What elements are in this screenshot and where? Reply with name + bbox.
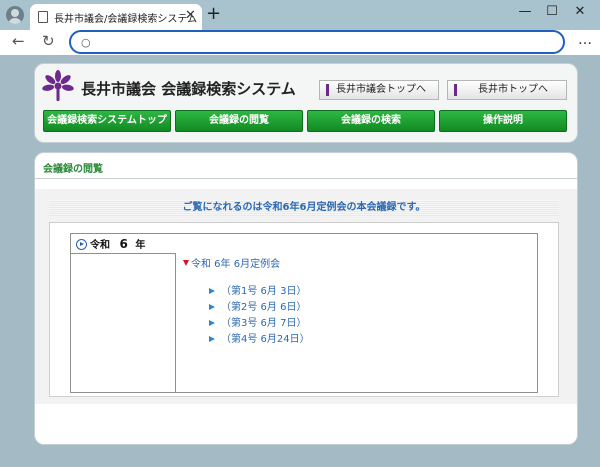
session-item[interactable]: 令和 6年 6月定例会 <box>183 255 280 270</box>
minimize-button[interactable]: — <box>515 4 535 19</box>
nav-browse-button[interactable]: 会議録の閲覧 <box>175 110 303 132</box>
minutes-tree: 令和 6 年 令和 6年 6月定例会 （第1号 6月 3日） （第2号 6月 6… <box>70 233 538 393</box>
profile-avatar-icon[interactable] <box>6 6 24 24</box>
expanded-triangle-icon <box>183 260 189 266</box>
era-year-selector[interactable]: 令和 6 年 <box>72 235 176 253</box>
play-triangle-icon <box>209 320 215 326</box>
back-button[interactable]: ← <box>12 32 25 50</box>
era-divider-h <box>71 253 176 254</box>
reload-button[interactable]: ↻ <box>42 32 55 50</box>
minutes-list-box: 令和 6 年 令和 6年 6月定例会 （第1号 6月 3日） （第2号 6月 6… <box>49 222 559 397</box>
issue-link-3[interactable]: （第3号 6月 7日） <box>209 314 306 329</box>
content-panel: 会議録の閲覧 ご覧になれるのは令和6年6月定例会の本会議録です。 令和 6 年 … <box>34 152 578 445</box>
browser-toolbar: ← ↻ ○ … <box>0 30 600 55</box>
council-top-link-label: 長井市議会トップへ <box>336 84 426 95</box>
era-year: 6 <box>119 237 128 251</box>
era-prefix: 令和 <box>90 240 110 251</box>
city-emblem-icon <box>42 70 74 101</box>
play-circle-icon <box>76 239 87 250</box>
section-title: 会議録の閲覧 <box>43 164 103 175</box>
site-title: 長井市議会 会議録検索システム <box>81 80 296 98</box>
issue-label: （第2号 6月 6日） <box>221 302 307 313</box>
era-suffix: 年 <box>135 240 146 251</box>
play-triangle-icon <box>209 304 215 310</box>
address-bar-input[interactable]: ○ <box>69 30 565 54</box>
issue-link-4[interactable]: （第4号 6月24日） <box>209 330 310 345</box>
search-icon: ○ <box>81 36 91 49</box>
issue-link-1[interactable]: （第1号 6月 3日） <box>209 282 306 297</box>
play-triangle-icon <box>209 288 215 294</box>
browser-titlebar: 長井市議会/会議録検索システム ✕ + — ☐ ✕ <box>0 0 600 30</box>
city-top-link[interactable]: 長井市トップへ <box>447 80 567 100</box>
site-header: 長井市議会 会議録検索システム 長井市議会トップへ 長井市トップへ 会議録検索シ… <box>34 63 578 143</box>
browse-area: ご覧になれるのは令和6年6月定例会の本会議録です。 令和 6 年 令和 6年 6… <box>35 189 577 404</box>
issue-label: （第3号 6月 7日） <box>221 318 307 329</box>
nav-help-button[interactable]: 操作説明 <box>439 110 567 132</box>
section-header: 会議録の閲覧 <box>35 153 577 179</box>
availability-notice: ご覧になれるのは令和6年6月定例会の本会議録です。 <box>49 200 559 216</box>
issue-label: （第4号 6月24日） <box>221 334 310 345</box>
tab-title: 長井市議会/会議録検索システム <box>54 14 198 25</box>
nav-system-top-button[interactable]: 会議録検索システムトップ <box>43 110 171 132</box>
page-body: 長井市議会 会議録検索システム 長井市議会トップへ 長井市トップへ 会議録検索シ… <box>0 55 600 467</box>
city-top-link-label: 長井市トップへ <box>478 84 548 95</box>
council-top-link[interactable]: 長井市議会トップへ <box>319 80 439 100</box>
era-divider-v <box>175 254 176 393</box>
close-window-button[interactable]: ✕ <box>570 4 590 19</box>
browser-tab[interactable]: 長井市議会/会議録検索システム ✕ <box>30 4 202 30</box>
link-marker-icon <box>454 84 457 96</box>
session-label: 令和 6年 6月定例会 <box>191 259 281 270</box>
browser-menu-button[interactable]: … <box>578 32 592 48</box>
nav-search-button[interactable]: 会議録の検索 <box>307 110 435 132</box>
new-tab-button[interactable]: + <box>206 3 221 24</box>
play-triangle-icon <box>209 336 215 342</box>
issue-link-2[interactable]: （第2号 6月 6日） <box>209 298 306 313</box>
maximize-button[interactable]: ☐ <box>542 4 562 19</box>
issue-label: （第1号 6月 3日） <box>221 286 307 297</box>
link-marker-icon <box>326 84 329 96</box>
page-favicon-icon <box>38 11 48 23</box>
tab-close-icon[interactable]: ✕ <box>185 8 196 23</box>
